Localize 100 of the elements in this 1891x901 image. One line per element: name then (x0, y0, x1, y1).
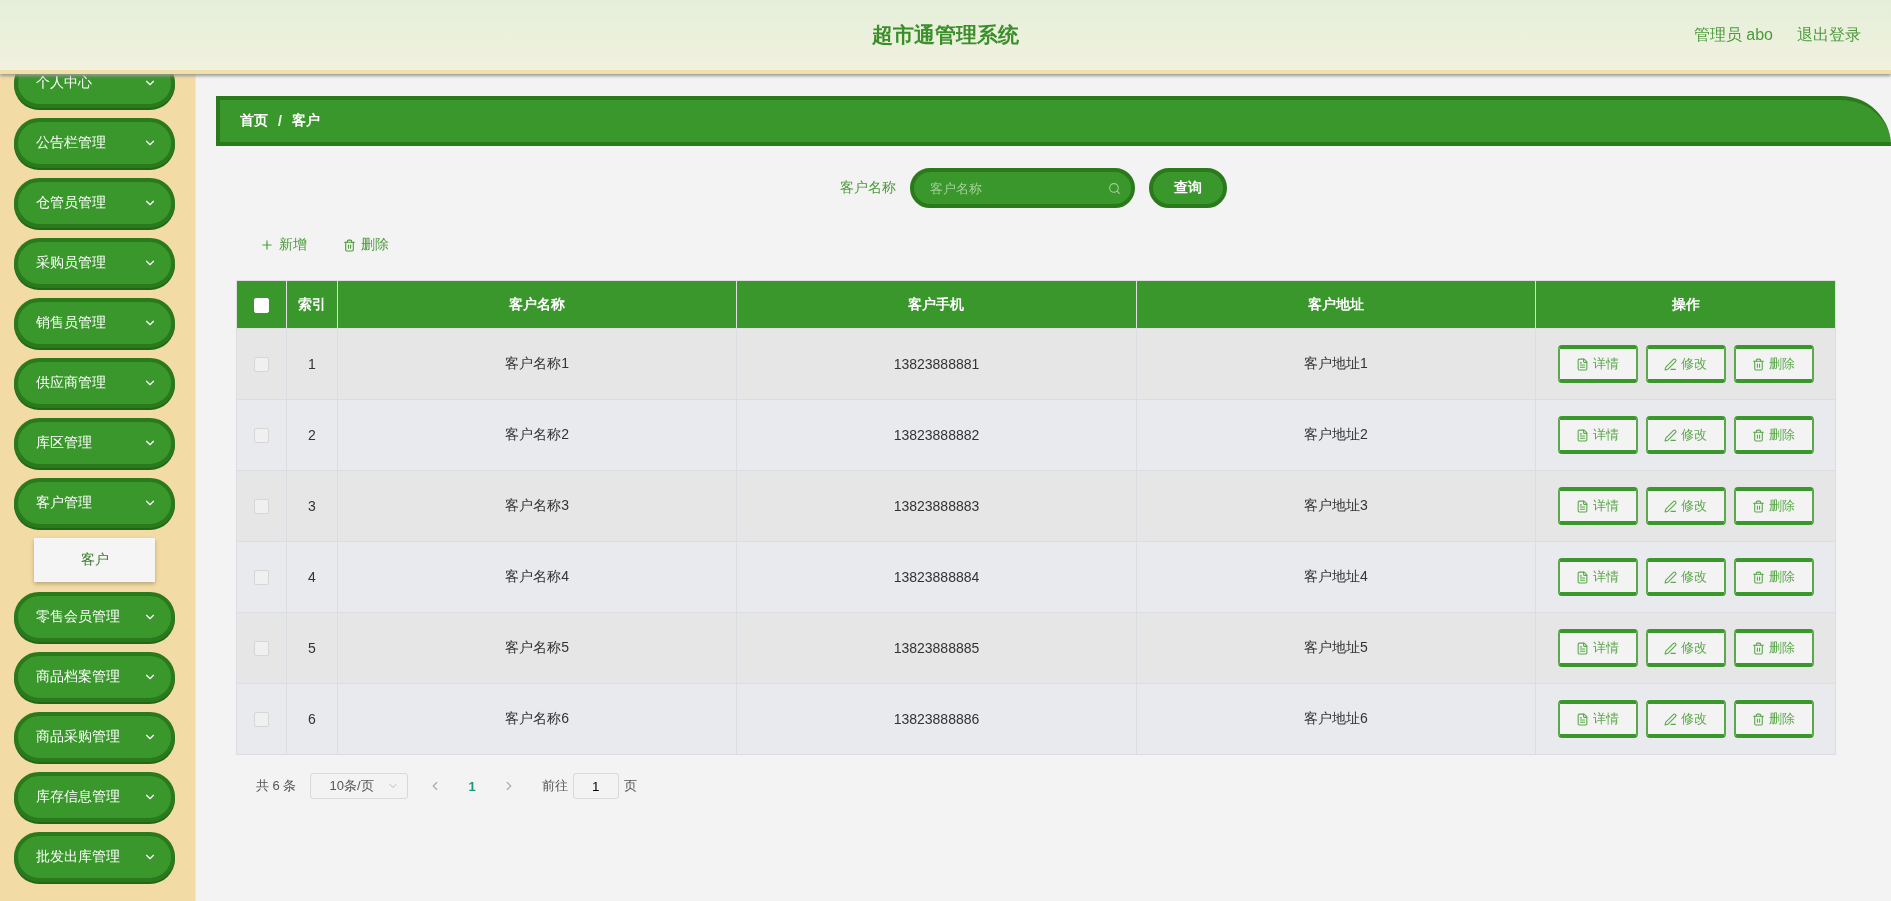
delete-button[interactable]: 删除 (1733, 487, 1814, 525)
table-cell: 2 (286, 399, 338, 471)
user-name: 管理员 abo (1693, 24, 1773, 45)
delete-button[interactable]: 删除 (335, 230, 397, 260)
document-icon (1576, 641, 1589, 655)
edit-button[interactable]: 修改 (1645, 345, 1726, 383)
document-icon (1576, 499, 1589, 513)
total-count: 共 6 条 (256, 777, 297, 795)
column-header: 客户名称 (337, 280, 737, 329)
page-number[interactable]: 1 (468, 778, 476, 794)
sidebar-item[interactable]: 库存信息管理 (14, 772, 175, 822)
breadcrumb-item[interactable]: 客户 (291, 112, 320, 130)
edit-button[interactable]: 修改 (1645, 629, 1726, 667)
sidebar-item[interactable]: 采购员管理 (14, 238, 175, 288)
search-label: 客户名称 (840, 179, 896, 197)
table-cell: 客户名称4 (337, 541, 737, 613)
pen-icon (1664, 712, 1677, 726)
detail-button[interactable]: 详情 (1557, 558, 1638, 596)
table-cell: 客户名称3 (337, 470, 737, 542)
table-cell: 13823888882 (736, 399, 1137, 471)
sidebar-item[interactable]: 商品档案管理 (14, 652, 175, 702)
detail-button[interactable]: 详情 (1557, 629, 1638, 667)
detail-button[interactable]: 详情 (1557, 487, 1638, 525)
table-cell: 13823888886 (736, 683, 1137, 755)
table-cell: 客户名称5 (337, 612, 737, 684)
select-all-checkbox[interactable] (254, 297, 269, 313)
sidebar-item[interactable]: 批发出库管理 (14, 832, 175, 882)
sidebar-item[interactable]: 库区管理 (14, 418, 175, 468)
sidebar-item[interactable]: 仓管员管理 (14, 178, 175, 228)
delete-button[interactable]: 删除 (1733, 558, 1814, 596)
row-checkbox[interactable] (254, 570, 269, 586)
trash-icon (1752, 712, 1765, 726)
pen-icon (1664, 499, 1677, 513)
row-checkbox[interactable] (254, 428, 269, 444)
table-cell: 客户名称1 (337, 328, 737, 400)
pen-icon (1664, 428, 1677, 442)
edit-button[interactable]: 修改 (1645, 416, 1726, 454)
table-cell: 客户地址2 (1136, 399, 1536, 471)
table-cell: 4 (286, 541, 338, 613)
table-cell: 6 (286, 683, 338, 755)
table-cell: 客户地址5 (1136, 612, 1536, 684)
page-suffix: 页 (623, 777, 637, 795)
edit-button[interactable]: 修改 (1645, 558, 1726, 596)
column-header: 索引 (286, 280, 338, 329)
detail-button[interactable]: 详情 (1557, 416, 1638, 454)
delete-button[interactable]: 删除 (1733, 416, 1814, 454)
sidebar-item[interactable]: 商品采购管理 (14, 712, 175, 762)
delete-button[interactable]: 删除 (1733, 345, 1814, 383)
row-checkbox[interactable] (254, 357, 269, 373)
sidebar-item[interactable]: 销售员管理 (14, 298, 175, 348)
document-icon (1576, 357, 1589, 371)
delete-button[interactable]: 删除 (1733, 700, 1814, 738)
search-icon (1108, 181, 1121, 195)
trash-icon (1752, 357, 1765, 371)
table-cell: 13823888881 (736, 328, 1137, 400)
document-icon (1576, 712, 1589, 726)
edit-button[interactable]: 修改 (1645, 487, 1726, 525)
table-cell: 客户名称6 (337, 683, 737, 755)
table-cell: 1 (286, 328, 338, 400)
sidebar-item[interactable]: 个人中心 (14, 74, 175, 108)
row-checkbox[interactable] (254, 641, 269, 657)
search-button[interactable]: 查询 (1149, 168, 1227, 208)
row-checkbox[interactable] (254, 712, 269, 728)
table-cell: 客户名称2 (337, 399, 737, 471)
table-cell: 客户地址3 (1136, 470, 1536, 542)
sidebar-item[interactable]: 零售会员管理 (14, 592, 175, 642)
table-cell: 3 (286, 470, 338, 542)
breadcrumb-item[interactable]: 首页 (240, 112, 268, 130)
table-cell: 5 (286, 612, 338, 684)
logout-link[interactable]: 退出登录 (1797, 24, 1861, 46)
table-cell: 13823888884 (736, 541, 1137, 613)
plus-icon (260, 238, 274, 252)
table-cell: 客户地址1 (1136, 328, 1536, 400)
add-button[interactable]: 新增 (252, 230, 315, 260)
pen-icon (1664, 357, 1677, 371)
page-input[interactable]: 1 (572, 773, 619, 799)
table-cell: 客户地址6 (1136, 683, 1536, 755)
table-cell: 客户地址4 (1136, 541, 1536, 613)
detail-button[interactable]: 详情 (1557, 345, 1638, 383)
submenu-item[interactable]: 客户 (34, 538, 155, 582)
sidebar-item[interactable]: 客户管理 (14, 478, 175, 528)
trash-icon (1752, 428, 1765, 442)
page-size-select[interactable]: 10条/页 (310, 773, 409, 799)
table-cell: 13823888883 (736, 470, 1137, 542)
sidebar-item[interactable]: 供应商管理 (14, 358, 175, 408)
delete-button[interactable]: 删除 (1733, 629, 1814, 667)
document-icon (1576, 570, 1589, 584)
trash-icon (1752, 641, 1765, 655)
edit-button[interactable]: 修改 (1645, 700, 1726, 738)
pen-icon (1664, 641, 1677, 655)
sidebar-item[interactable]: 公告栏管理 (14, 118, 175, 168)
search-field[interactable]: 客户名称 (910, 168, 1135, 208)
goto-label: 前往 (541, 777, 568, 795)
column-header: 客户手机 (736, 280, 1137, 329)
pen-icon (1664, 570, 1677, 584)
detail-button[interactable]: 详情 (1557, 700, 1638, 738)
row-checkbox[interactable] (254, 499, 269, 515)
trash-icon (343, 238, 356, 252)
breadcrumb-separator: / (278, 113, 282, 129)
search-input[interactable]: 客户名称 (928, 179, 1108, 197)
